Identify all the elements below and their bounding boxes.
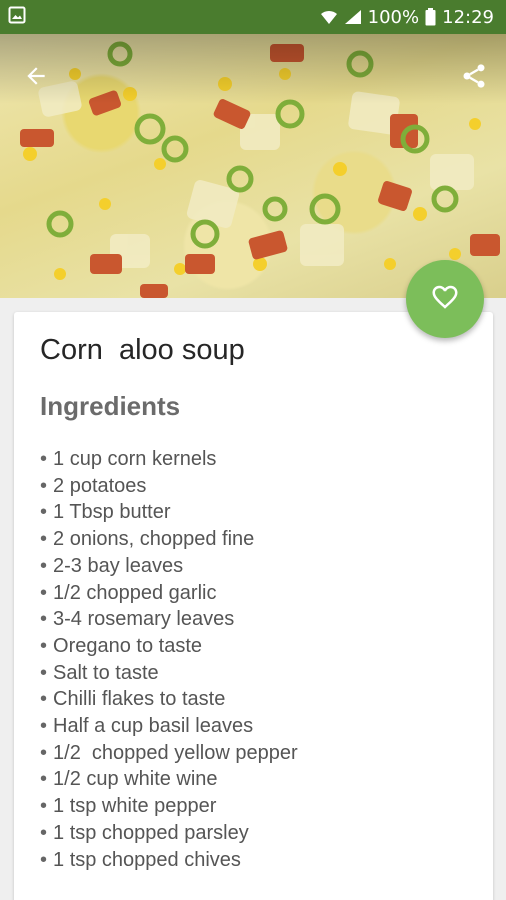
heart-outline-icon	[430, 282, 460, 317]
back-button[interactable]	[16, 58, 56, 98]
ingredient-item: 1 tsp chopped chives	[40, 847, 467, 874]
ingredient-item: 2 potatoes	[40, 473, 467, 500]
arrow-back-icon	[23, 63, 49, 94]
status-bar: 100% 12:29	[0, 0, 506, 34]
clock: 12:29	[442, 6, 494, 28]
recipe-hero-image	[0, 34, 506, 298]
ingredient-item: Salt to taste	[40, 660, 467, 687]
ingredient-item: 1 tsp white pepper	[40, 793, 467, 820]
ingredient-item: Chilli flakes to taste	[40, 686, 467, 713]
battery-text: 100%	[367, 6, 420, 28]
signal-icon	[344, 9, 362, 25]
recipe-title: Corn aloo soup	[40, 334, 245, 366]
ingredient-item: 1 cup corn kernels	[40, 446, 467, 473]
ingredient-item: Oregano to taste	[40, 633, 467, 660]
ingredient-item: 1 tsp chopped parsley	[40, 820, 467, 847]
wifi-icon	[320, 9, 338, 25]
ingredients-heading: Ingredients	[40, 391, 181, 421]
ingredients-list: 1 cup corn kernels 2 potatoes 1 Tbsp but…	[40, 446, 467, 873]
ingredient-item: 3-4 rosemary leaves	[40, 606, 467, 633]
share-icon	[460, 62, 488, 95]
ingredient-item: 2-3 bay leaves	[40, 553, 467, 580]
favorite-button[interactable]	[406, 260, 484, 338]
ingredient-item: 2 onions, chopped fine	[40, 526, 467, 553]
share-button[interactable]	[454, 58, 494, 98]
ingredient-item: Half a cup basil leaves	[40, 713, 467, 740]
ingredient-item: 1/2 chopped yellow pepper	[40, 740, 467, 767]
ingredient-item: 1/2 cup white wine	[40, 766, 467, 793]
ingredient-item: 1 Tbsp butter	[40, 499, 467, 526]
ingredient-item: 1/2 chopped garlic	[40, 580, 467, 607]
image-icon	[8, 6, 26, 29]
battery-icon	[425, 8, 436, 26]
recipe-card: Corn aloo soup Ingredients 1 cup corn ke…	[14, 312, 493, 900]
